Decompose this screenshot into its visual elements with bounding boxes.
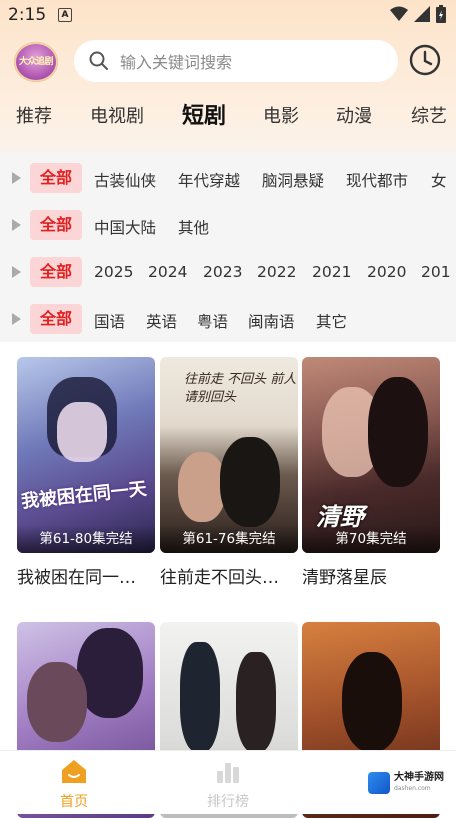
filter-option[interactable]: 2024 [148, 263, 187, 281]
watermark-url: dashen.com [394, 785, 431, 792]
poster-overlay-text: 我被困在同一天 [20, 478, 148, 513]
expand-arrow-icon[interactable] [12, 266, 21, 278]
ranking-icon [217, 763, 239, 783]
search-icon [89, 51, 108, 70]
filter-row-year: 全部 2025 2024 2023 2022 2021 2020 201 [0, 252, 456, 292]
filter-option[interactable]: 2023 [203, 263, 242, 281]
signal-icon [414, 6, 430, 22]
wifi-icon [390, 6, 408, 21]
filter-option[interactable]: 女 [431, 169, 447, 191]
filter-panel: 全部 古装仙侠 年代穿越 脑洞悬疑 现代都市 女 全部 中国大陆 其他 全部 2… [0, 152, 456, 342]
status-bar: 2:15 A [0, 0, 456, 30]
expand-arrow-icon[interactable] [12, 172, 21, 184]
nav-home-label: 首页 [60, 794, 88, 810]
drama-card[interactable]: 我被困在同一天 第61-80集完结 我被困在同一… [17, 357, 155, 588]
filter-all-button[interactable]: 全部 [30, 257, 82, 287]
status-icons [390, 5, 446, 23]
search-placeholder: 输入关键词搜索 [120, 53, 233, 72]
filter-option[interactable]: 2020 [367, 263, 406, 281]
header: 大众追剧 输入关键词搜索 [0, 38, 456, 86]
expand-arrow-icon[interactable] [12, 313, 21, 325]
filter-option[interactable]: 中国大陆 [94, 216, 156, 238]
drama-poster[interactable]: 我被困在同一天 第61-80集完结 [17, 357, 155, 553]
logo-text: 大众追剧 [18, 57, 54, 67]
expand-arrow-icon[interactable] [12, 219, 21, 231]
drama-card[interactable]: 往前走 不回头 前人请别回头 第61-76集完结 往前走不回头… [160, 357, 298, 588]
battery-icon [436, 5, 446, 23]
filter-option[interactable]: 其它 [316, 310, 347, 332]
filter-all-button[interactable]: 全部 [30, 163, 82, 193]
tab-recommend[interactable]: 推荐 [16, 102, 52, 128]
tab-anime[interactable]: 动漫 [336, 102, 372, 128]
drama-poster[interactable]: 清野 第70集完结 [302, 357, 440, 553]
tab-short-drama-label: 短剧 [182, 104, 227, 129]
filter-option[interactable]: 古装仙侠 [94, 169, 156, 191]
poster-overlay-text: 往前走 不回头 前人请别回头 [184, 372, 297, 405]
nav-ranking[interactable]: 排行榜 [188, 757, 268, 811]
filter-row-genre: 全部 古装仙侠 年代穿越 脑洞悬疑 现代都市 女 [0, 158, 456, 198]
filter-option[interactable]: 其他 [178, 216, 209, 238]
filter-option[interactable]: 2022 [257, 263, 296, 281]
filter-row-region: 全部 中国大陆 其他 [0, 205, 456, 245]
drama-poster[interactable]: 往前走 不回头 前人请别回头 第61-76集完结 [160, 357, 298, 553]
filter-row-language: 全部 国语 英语 粤语 闽南语 其它 [0, 299, 456, 339]
tab-variety[interactable]: 综艺 [411, 102, 447, 128]
drama-title: 我被困在同一… [17, 568, 136, 588]
tab-movie[interactable]: 电影 [263, 102, 299, 128]
category-tabs: 推荐 电视剧 短剧 电影 动漫 综艺 [0, 96, 456, 136]
home-icon [62, 760, 86, 783]
filter-all-button[interactable]: 全部 [30, 304, 82, 334]
filter-option[interactable]: 国语 [94, 310, 125, 332]
filter-option[interactable]: 脑洞悬疑 [262, 169, 324, 191]
clock-icon[interactable] [408, 43, 442, 77]
filter-option[interactable]: 英语 [146, 310, 177, 332]
filter-option[interactable]: 粤语 [197, 310, 228, 332]
filter-option[interactable]: 2025 [94, 263, 133, 281]
tab-tv-series[interactable]: 电视剧 [90, 102, 144, 128]
filter-option[interactable]: 闽南语 [248, 310, 295, 332]
status-time: 2:15 [8, 5, 47, 25]
tab-short-drama[interactable]: 短剧 [182, 98, 227, 132]
nav-ranking-label: 排行榜 [207, 794, 249, 810]
episode-badge: 第70集完结 [302, 525, 440, 553]
search-bar[interactable]: 输入关键词搜索 [74, 40, 398, 82]
drama-card[interactable]: 清野 第70集完结 清野落星辰 [302, 357, 440, 588]
filter-option[interactable]: 现代都市 [346, 169, 408, 191]
watermark-text: 大神手游网 dashen.com [394, 772, 444, 794]
watermark-icon [368, 772, 390, 794]
filter-all-button[interactable]: 全部 [30, 210, 82, 240]
drama-title: 清野落星辰 [302, 568, 387, 588]
filter-option[interactable]: 201 [421, 263, 451, 281]
drama-title: 往前走不回头… [160, 568, 279, 588]
episode-badge: 第61-76集完结 [160, 525, 298, 553]
filter-option[interactable]: 年代穿越 [178, 169, 240, 191]
filter-option[interactable]: 2021 [312, 263, 351, 281]
a-icon: A [58, 8, 72, 22]
watermark-name: 大神手游网 [394, 772, 444, 783]
episode-badge: 第61-80集完结 [17, 525, 155, 553]
nav-home[interactable]: 首页 [34, 757, 114, 811]
app-logo[interactable]: 大众追剧 [14, 42, 58, 82]
watermark-logo: 大神手游网 dashen.com [366, 766, 450, 800]
